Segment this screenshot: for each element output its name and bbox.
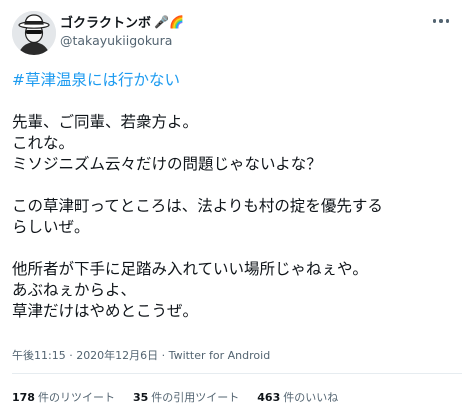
user-handle[interactable]: @takayukiigokura — [60, 33, 172, 48]
likes-count: 463 — [257, 391, 281, 404]
tweet-line: 草津だけはやめとこうぜ。 — [12, 302, 199, 320]
tweet-timestamp[interactable]: 午後11:15 · 2020年12月6日 · — [12, 349, 169, 362]
retweets-count: 178 — [12, 391, 35, 404]
display-name[interactable]: ゴクラクトンボ 🎤🌈 — [60, 12, 184, 32]
tweet-stats: 178 件のリツイート 35 件の引用ツイート 463 件のいいね — [12, 389, 338, 405]
tweet-line: あぶねぇからよ、 — [12, 281, 137, 299]
display-name-text: ゴクラクトンボ — [60, 16, 152, 31]
tweet-line: ミソジニズム云々だけの問題じゃないよな？ — [12, 155, 322, 173]
source-app-link[interactable]: Twitter for Android — [169, 349, 271, 362]
avatar[interactable] — [12, 11, 56, 55]
mic-rainbow-emoji-icon: 🎤🌈 — [154, 14, 184, 29]
likes-stat[interactable]: 463 件のいいね — [257, 389, 338, 405]
retweets-label: 件のリツイート — [37, 391, 115, 404]
more-options-icon[interactable] — [429, 14, 453, 28]
retweets-stat[interactable]: 178 件のリツイート — [12, 389, 115, 405]
tweet-line: らしいぜ。 — [12, 218, 90, 236]
divider — [12, 373, 462, 374]
tweet-text: #草津温泉には行かない 先輩、ご同輩、若衆方よ。 これな。 ミソジニズム云々だけ… — [12, 70, 462, 322]
likes-label: 件のいいね — [283, 391, 339, 404]
tweet-meta: 午後11:15 · 2020年12月6日 · Twitter for Andro… — [12, 347, 270, 363]
tweet-line: 他所者が下手に足踏み入れていい場所じゃねぇや。 — [12, 260, 368, 278]
quotes-stat[interactable]: 35 件の引用ツイート — [133, 389, 239, 405]
tweet-line: 先輩、ご同輩、若衆方よ。 — [12, 113, 199, 131]
quotes-label: 件の引用ツイート — [151, 391, 240, 404]
tweet-line: この草津町ってところは、法よりも村の掟を優先する — [12, 197, 383, 215]
quotes-count: 35 — [132, 391, 149, 404]
hashtag-link[interactable]: #草津温泉には行かない — [12, 70, 462, 91]
tweet-line: これな。 — [12, 134, 75, 152]
